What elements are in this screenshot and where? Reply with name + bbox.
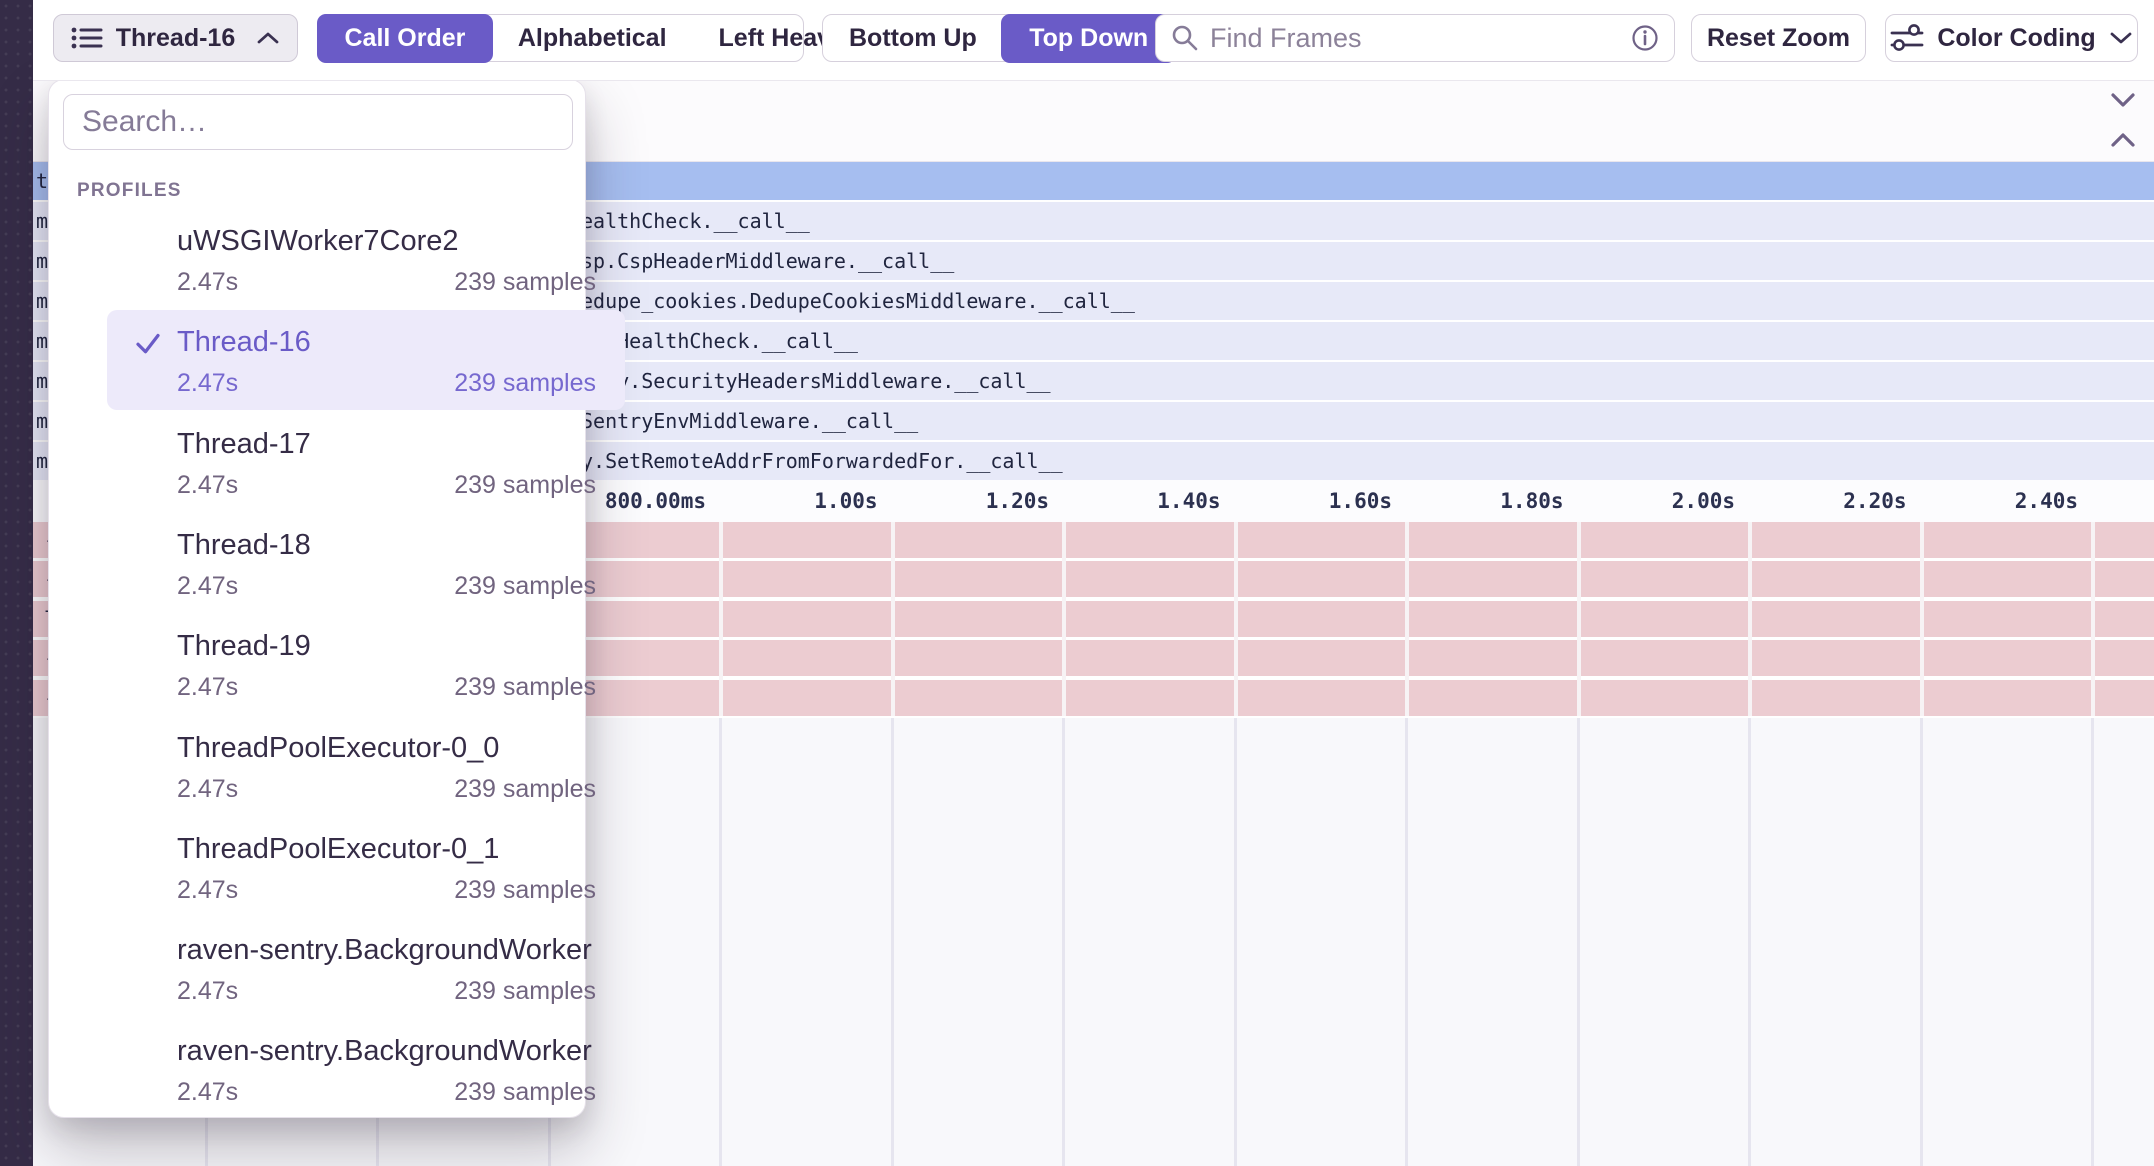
profile-samples: 239 samples bbox=[454, 974, 596, 1008]
reset-zoom-button[interactable]: Reset Zoom bbox=[1691, 14, 1866, 62]
gridline bbox=[1920, 522, 1924, 716]
profile-duration: 2.47s bbox=[177, 265, 238, 299]
frame-label-sliver: m bbox=[36, 242, 48, 280]
gridline bbox=[1577, 718, 1580, 1166]
gridline bbox=[1234, 522, 1238, 716]
profile-duration: 2.47s bbox=[177, 974, 238, 1008]
list-icon bbox=[70, 23, 104, 53]
profile-duration: 2.47s bbox=[177, 569, 238, 603]
profile-list-item[interactable]: Thread-19 2.47s 239 samples bbox=[107, 624, 625, 725]
checkmark-icon bbox=[133, 328, 163, 358]
profiles-section-label: PROFILES bbox=[77, 176, 182, 206]
profile-name: raven-sentry.BackgroundWorker bbox=[177, 1031, 592, 1071]
thread-selector-button[interactable]: Thread-16 bbox=[53, 14, 298, 62]
profile-name: ThreadPoolExecutor-0_0 bbox=[177, 728, 499, 768]
profile-duration: 2.47s bbox=[177, 873, 238, 907]
gridline bbox=[1234, 718, 1237, 1166]
find-frames-input[interactable]: Find Frames bbox=[1155, 14, 1675, 62]
profile-duration: 2.47s bbox=[177, 772, 238, 806]
gridline bbox=[1405, 522, 1409, 716]
frame-label: SentryEnvMiddleware.__call__ bbox=[581, 402, 918, 440]
chevron-up-icon bbox=[255, 29, 281, 47]
gridline bbox=[891, 522, 895, 716]
profile-samples: 239 samples bbox=[454, 366, 596, 400]
thread-selector-label: Thread-16 bbox=[116, 24, 235, 53]
profile-name: Thread-18 bbox=[177, 525, 311, 565]
chevron-up-icon[interactable] bbox=[2108, 130, 2138, 150]
profile-list-item[interactable]: uWSGIWorker7Core2 2.47s 239 samples bbox=[107, 219, 625, 320]
frame-label: sp.CspHeaderMiddleware.__call__ bbox=[581, 242, 954, 280]
color-coding-button[interactable]: Color Coding bbox=[1885, 14, 2138, 62]
profile-selector-dropdown: Search… PROFILES uWSGIWorker7Core2 2.47s 2… bbox=[48, 79, 586, 1118]
profile-duration: 2.47s bbox=[177, 1075, 238, 1109]
gridline bbox=[1577, 522, 1581, 716]
profile-name: Thread-17 bbox=[177, 424, 311, 464]
gridline bbox=[719, 718, 722, 1166]
profile-search-input[interactable]: Search… bbox=[63, 94, 573, 150]
gridline bbox=[2091, 522, 2095, 716]
profile-name: ThreadPoolExecutor-0_1 bbox=[177, 829, 499, 869]
gridline bbox=[1062, 718, 1065, 1166]
profile-duration: 2.47s bbox=[177, 366, 238, 400]
chevron-down-icon bbox=[2108, 29, 2134, 47]
frame-label-sliver: m bbox=[36, 202, 48, 240]
profile-list-item[interactable]: Thread-17 2.47s 239 samples bbox=[107, 422, 625, 523]
direction-option-top-down[interactable]: Top Down bbox=[1001, 14, 1176, 63]
toolbar: Thread-16 Call OrderAlphabeticalLeft Hea… bbox=[33, 0, 2154, 81]
frame-label-sliver: m bbox=[36, 362, 48, 400]
gridline bbox=[1062, 522, 1066, 716]
gridline bbox=[2091, 718, 2094, 1166]
frame-label: rity.SecurityHeadersMiddleware.__call__ bbox=[581, 362, 1051, 400]
sort-option-alphabetical[interactable]: Alphabetical bbox=[492, 15, 693, 61]
sort-order-toggle-group: Call OrderAlphabeticalLeft Heavy bbox=[317, 14, 804, 62]
reset-zoom-label: Reset Zoom bbox=[1707, 24, 1850, 53]
gridline bbox=[1748, 522, 1752, 716]
gridline bbox=[1748, 718, 1751, 1166]
sort-option-call-order[interactable]: Call Order bbox=[317, 14, 494, 63]
profile-search-placeholder: Search… bbox=[82, 105, 207, 139]
find-frames-placeholder: Find Frames bbox=[1210, 23, 1620, 54]
frame-label-sliver: m bbox=[36, 402, 48, 440]
direction-toggle-group: Bottom UpTop Down bbox=[822, 14, 1137, 62]
frame-label-sliver: t bbox=[36, 162, 48, 200]
gridline bbox=[1405, 718, 1408, 1166]
app-sidebar-edge bbox=[0, 0, 33, 1166]
frame-label-sliver: m bbox=[36, 282, 48, 320]
search-icon bbox=[1170, 23, 1200, 53]
profile-samples: 239 samples bbox=[454, 670, 596, 704]
sliders-icon bbox=[1889, 21, 1925, 55]
frame-label-sliver: m bbox=[36, 442, 48, 480]
profile-list-item[interactable]: ThreadPoolExecutor-0_0 2.47s 239 samples bbox=[107, 726, 625, 827]
profile-samples: 239 samples bbox=[454, 873, 596, 907]
profile-samples: 239 samples bbox=[454, 569, 596, 603]
profile-name: raven-sentry.BackgroundWorker bbox=[177, 930, 592, 970]
profile-list-item[interactable]: raven-sentry.BackgroundWorker 2.47s 239 sa… bbox=[107, 1029, 625, 1130]
profile-samples: 239 samples bbox=[454, 468, 596, 502]
profile-samples: 239 samples bbox=[454, 265, 596, 299]
profile-samples: 239 samples bbox=[454, 1075, 596, 1109]
gridline bbox=[891, 718, 894, 1166]
frame-label-sliver: m bbox=[36, 322, 48, 360]
direction-option-bottom-up[interactable]: Bottom Up bbox=[823, 15, 1003, 61]
chevron-down-icon[interactable] bbox=[2108, 90, 2138, 110]
profile-list-item[interactable]: raven-sentry.BackgroundWorker 2.47s 239 sa… bbox=[107, 928, 625, 1029]
profile-list-item[interactable]: ThreadPoolExecutor-0_1 2.47s 239 samples bbox=[107, 827, 625, 928]
profile-name: uWSGIWorker7Core2 bbox=[177, 221, 459, 261]
info-icon[interactable] bbox=[1630, 23, 1660, 53]
gridline bbox=[1920, 718, 1923, 1166]
profile-list-item[interactable]: Thread-18 2.47s 239 samples bbox=[107, 523, 625, 624]
profile-duration: 2.47s bbox=[177, 670, 238, 704]
frame-label: edupe_cookies.DedupeCookiesMiddleware.__… bbox=[581, 282, 1135, 320]
profile-name: Thread-16 bbox=[177, 322, 311, 362]
frame-label: y.SetRemoteAddrFromForwardedFor.__call__ bbox=[581, 442, 1063, 480]
profile-duration: 2.47s bbox=[177, 468, 238, 502]
profile-samples: 239 samples bbox=[454, 772, 596, 806]
color-coding-label: Color Coding bbox=[1937, 24, 2095, 53]
gridline bbox=[719, 522, 723, 716]
profile-list-item[interactable]: Thread-16 2.47s 239 samples bbox=[107, 320, 625, 421]
time-axis-label: 2.40s bbox=[1858, 480, 2078, 522]
profile-name: Thread-19 bbox=[177, 626, 311, 666]
